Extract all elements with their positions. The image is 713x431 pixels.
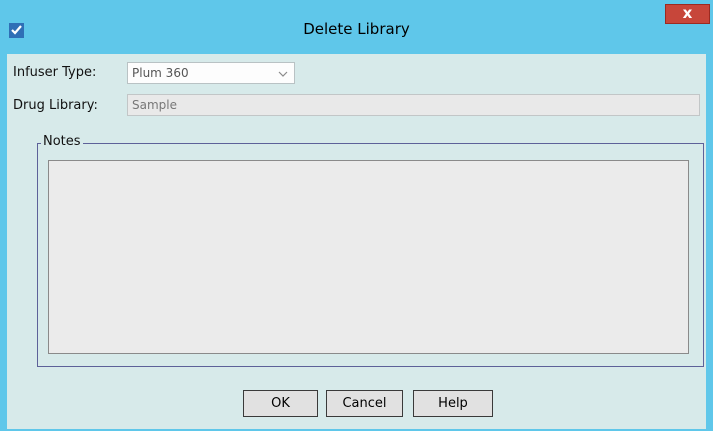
chevron-down-icon [278,71,288,77]
drug-library-label: Drug Library: [13,98,98,113]
infuser-type-select[interactable]: Plum 360 [127,62,295,84]
help-button[interactable]: Help [413,390,493,417]
infuser-type-value: Plum 360 [132,66,189,80]
notes-label: Notes [41,134,83,149]
close-button[interactable]: x [665,4,710,24]
ok-button[interactable]: OK [243,390,318,417]
dialog-body: Infuser Type: Plum 360 Drug Library: Sam… [7,54,706,429]
cancel-button[interactable]: Cancel [326,390,403,417]
drug-library-field[interactable]: Sample [127,94,700,116]
notes-textarea[interactable] [48,160,689,354]
title-bar[interactable]: Delete Library x [0,0,713,54]
drug-library-value: Sample [132,98,177,112]
dialog-title: Delete Library [303,20,410,38]
infuser-type-label: Infuser Type: [13,65,97,80]
delete-library-dialog: Delete Library x Infuser Type: Plum 360 … [0,0,713,431]
